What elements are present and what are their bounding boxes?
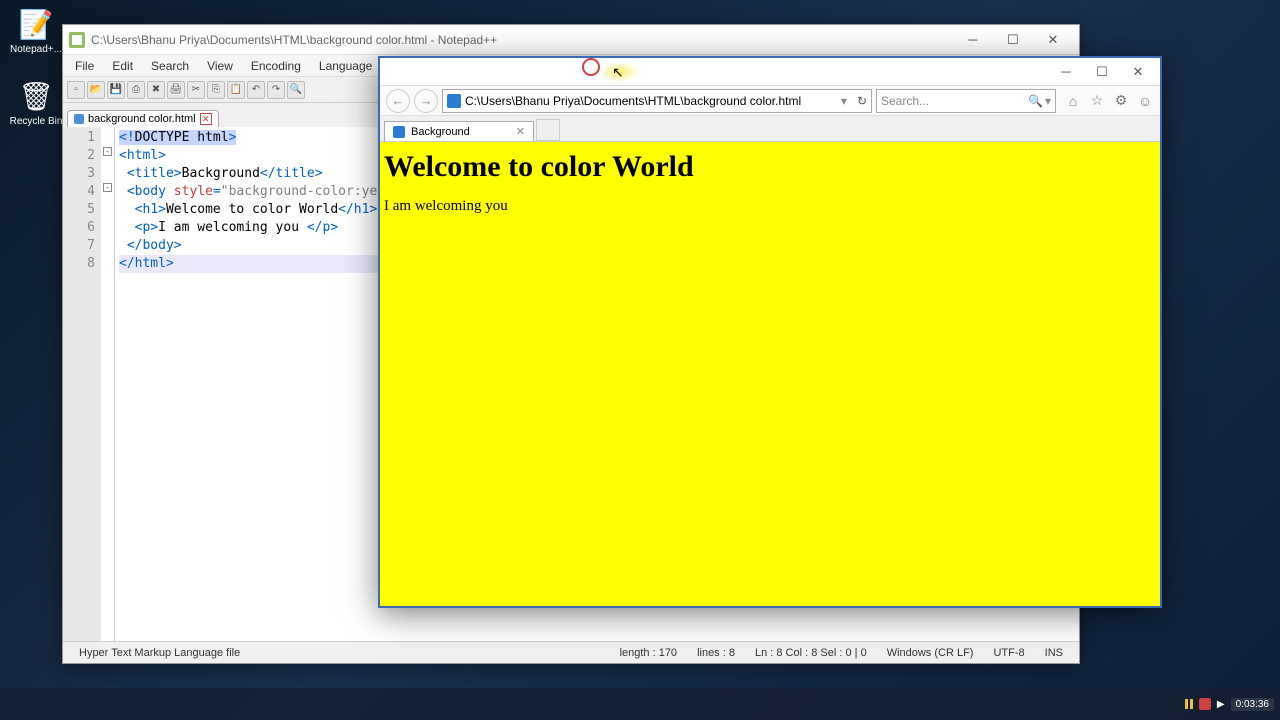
- recycle-bin-icon: 🗑: [18, 78, 54, 114]
- back-button[interactable]: ←: [386, 89, 410, 113]
- menu-file[interactable]: File: [67, 57, 102, 75]
- search-icon[interactable]: 🔍: [1028, 94, 1043, 108]
- file-tab[interactable]: background color.html ✕: [67, 110, 219, 127]
- undo-icon[interactable]: ↶: [247, 81, 265, 99]
- fold-margin[interactable]: - -: [101, 127, 115, 641]
- cut-icon[interactable]: ✂: [187, 81, 205, 99]
- window-title: C:\Users\Bhanu Priya\Documents\HTML\back…: [91, 33, 953, 47]
- url-text: C:\Users\Bhanu Priya\Documents\HTML\back…: [465, 94, 801, 108]
- minimize-button[interactable]: ─: [953, 28, 993, 52]
- address-bar-row: ← → C:\Users\Bhanu Priya\Documents\HTML\…: [380, 86, 1160, 116]
- titlebar[interactable]: C:\Users\Bhanu Priya\Documents\HTML\back…: [63, 25, 1079, 55]
- page-paragraph: I am welcoming you: [384, 198, 1156, 215]
- tools-icon[interactable]: ⚙: [1112, 92, 1130, 110]
- ie-titlebar[interactable]: ─ ☐ ✕: [380, 58, 1160, 86]
- recording-timer: 0:03:36: [1231, 698, 1274, 711]
- close-button[interactable]: ✕: [1033, 28, 1073, 52]
- paste-icon[interactable]: 📋: [227, 81, 245, 99]
- status-length: length : 170: [610, 647, 688, 659]
- page-heading: Welcome to color World: [384, 150, 1156, 184]
- app-icon: [69, 32, 85, 48]
- desktop-icon-label: Notepad+...: [6, 44, 66, 55]
- mouse-cursor: ↖: [612, 64, 624, 81]
- page-content: Welcome to color World I am welcoming yo…: [380, 142, 1160, 606]
- redo-icon[interactable]: ↷: [267, 81, 285, 99]
- smiley-icon[interactable]: ☺: [1136, 92, 1154, 110]
- taskbar[interactable]: ▶ 0:03:36: [0, 688, 1280, 720]
- ie-page-icon: [447, 94, 461, 108]
- find-icon[interactable]: 🔍: [287, 81, 305, 99]
- notepad-icon: 📝: [18, 6, 54, 42]
- file-status-icon: [74, 114, 84, 124]
- search-box[interactable]: Search... 🔍 ▾: [876, 89, 1056, 113]
- search-dropdown-icon[interactable]: ▾: [1043, 94, 1051, 108]
- click-indicator: [582, 58, 600, 76]
- status-position: Ln : 8 Col : 8 Sel : 0 | 0: [745, 647, 877, 659]
- save-icon[interactable]: 💾: [107, 81, 125, 99]
- browser-tab[interactable]: Background ✕: [384, 121, 534, 141]
- tab-favicon: [393, 126, 405, 138]
- menu-search[interactable]: Search: [143, 57, 197, 75]
- copy-icon[interactable]: ⎘: [207, 81, 225, 99]
- statusbar: Hyper Text Markup Language file length :…: [63, 641, 1079, 663]
- saveall-icon[interactable]: ⎙: [127, 81, 145, 99]
- play-icon[interactable]: ▶: [1217, 699, 1225, 710]
- ie-window: ─ ☐ ✕ ← → C:\Users\Bhanu Priya\Documents…: [378, 56, 1162, 608]
- dropdown-icon[interactable]: ▾: [841, 94, 847, 108]
- pause-icon[interactable]: [1185, 699, 1193, 709]
- status-insert: INS: [1035, 647, 1073, 659]
- file-tab-label: background color.html: [88, 113, 196, 125]
- menu-language[interactable]: Language: [311, 57, 380, 75]
- search-placeholder: Search...: [881, 94, 929, 108]
- ie-tabbar: Background ✕: [380, 116, 1160, 142]
- home-icon[interactable]: ⌂: [1064, 92, 1082, 110]
- record-icon[interactable]: [1199, 698, 1211, 710]
- close-icon[interactable]: ✖: [147, 81, 165, 99]
- minimize-button[interactable]: ─: [1048, 61, 1084, 83]
- line-gutter: 12345678: [63, 127, 101, 641]
- new-icon[interactable]: ▫: [67, 81, 85, 99]
- tab-close-icon[interactable]: ✕: [200, 113, 212, 125]
- desktop-icon-notepadpp[interactable]: 📝 Notepad+...: [6, 6, 66, 55]
- status-eol: Windows (CR LF): [877, 647, 984, 659]
- desktop-icon-recyclebin[interactable]: 🗑 Recycle Bin: [6, 78, 66, 127]
- menu-view[interactable]: View: [199, 57, 241, 75]
- menu-edit[interactable]: Edit: [104, 57, 141, 75]
- desktop-icon-label: Recycle Bin: [6, 116, 66, 127]
- favorites-icon[interactable]: ☆: [1088, 92, 1106, 110]
- refresh-icon[interactable]: ↻: [851, 94, 867, 108]
- new-tab-button[interactable]: [536, 119, 560, 141]
- forward-button[interactable]: →: [414, 89, 438, 113]
- maximize-button[interactable]: ☐: [993, 28, 1033, 52]
- status-filetype: Hyper Text Markup Language file: [69, 647, 250, 659]
- tab-close-icon[interactable]: ✕: [516, 125, 525, 138]
- maximize-button[interactable]: ☐: [1084, 61, 1120, 83]
- print-icon[interactable]: 🖨: [167, 81, 185, 99]
- close-button[interactable]: ✕: [1120, 61, 1156, 83]
- menu-encoding[interactable]: Encoding: [243, 57, 309, 75]
- status-lines: lines : 8: [687, 647, 745, 659]
- address-bar[interactable]: C:\Users\Bhanu Priya\Documents\HTML\back…: [442, 89, 872, 113]
- tab-title: Background: [411, 126, 470, 138]
- system-tray: ▶ 0:03:36: [1185, 698, 1274, 711]
- status-encoding: UTF-8: [983, 647, 1034, 659]
- open-icon[interactable]: 📂: [87, 81, 105, 99]
